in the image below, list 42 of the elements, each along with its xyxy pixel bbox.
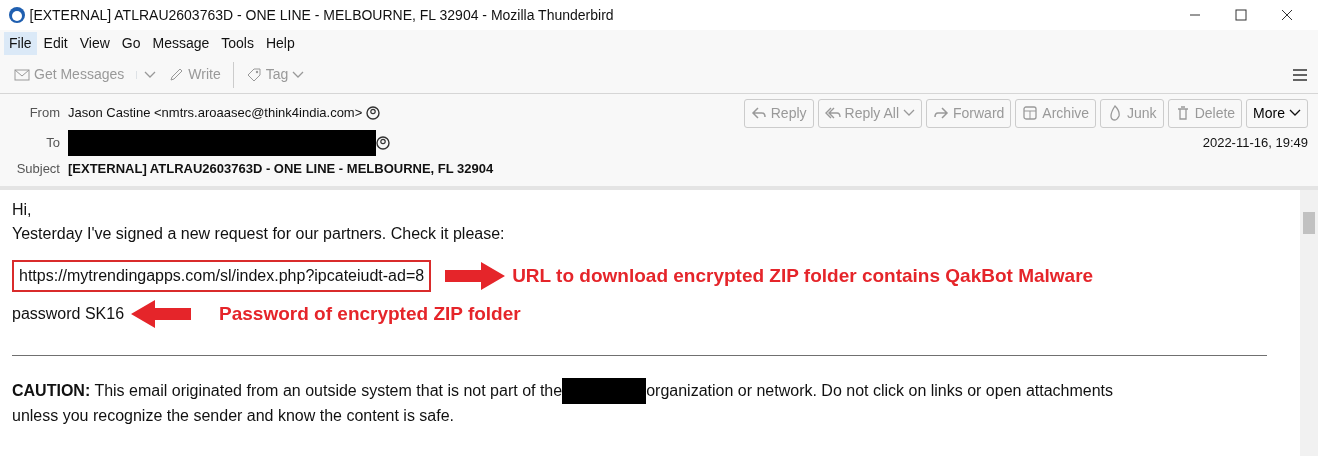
contact-icon[interactable] xyxy=(365,106,380,120)
caution-text: CAUTION: This email originated from an outside system that is not part of the xyxy=(12,381,563,401)
field-label: Subject xyxy=(15,160,60,179)
window-title: [EXTERNAL] ATLRAU2603763D - ONE LINE - MELBOURNE, FL 32904 - Mozilla Thunderbird xyxy=(29,5,614,25)
annotation-text: Password of encrypted ZIP folder xyxy=(219,301,521,326)
arrow-icon xyxy=(131,299,192,329)
field-label: To xyxy=(45,134,60,153)
date: 2022-11-16, 19:49 xyxy=(1202,134,1308,153)
envelope-icon xyxy=(14,66,30,83)
action-button[interactable]: More xyxy=(1246,98,1308,128)
menu-item[interactable]: View xyxy=(74,31,115,55)
link[interactable]: https://mytrendingapps.com/sl/index.php?ipcateiudt-ad=8 xyxy=(12,260,432,292)
menu-item[interactable]: Go xyxy=(116,31,146,55)
subject: [EXTERNAL] ATLRAU2603763D - ONE LINE - MELBOURNE, FL 32904 xyxy=(68,160,494,179)
annotation-text: URL to download encrypted ZIP folder contains QakBot Malware xyxy=(512,263,1094,288)
menu-item[interactable]: Tools xyxy=(216,31,259,55)
menu-icon[interactable] xyxy=(1292,67,1308,82)
caret-icon[interactable] xyxy=(1289,109,1301,117)
reply-all-icon xyxy=(824,105,841,121)
maximize-icon[interactable] xyxy=(1235,9,1247,21)
arrow-icon xyxy=(445,261,506,291)
reply-icon xyxy=(750,105,767,121)
scrollbar[interactable] xyxy=(1300,190,1318,456)
box-icon xyxy=(1022,105,1039,121)
menu-item[interactable]: Edit xyxy=(38,31,73,55)
caution-text: organization or network. Do not click on links or open attachments xyxy=(646,381,1114,401)
body-text: password SK16 xyxy=(12,304,125,324)
app-logo-icon xyxy=(8,6,26,24)
sender: Jason Castine <nmtrs.aroaasec@think4india.com> xyxy=(68,104,363,123)
body-text: Yesterday I've signed a new request for our partners. Check it please: xyxy=(12,224,505,244)
menu-item[interactable]: File xyxy=(4,31,37,55)
contact-icon[interactable] xyxy=(376,136,390,150)
forward-icon xyxy=(933,105,949,121)
field-label: From xyxy=(28,104,60,123)
menu-item[interactable]: Message xyxy=(147,31,215,55)
pencil-icon xyxy=(168,66,185,83)
body-text: Hi, xyxy=(12,200,32,220)
tag-icon xyxy=(245,66,262,83)
caution-text: unless you recognize the sender and know the content is safe. xyxy=(12,407,455,424)
scroll-thumb[interactable] xyxy=(1303,212,1315,234)
menu-item[interactable]: Help xyxy=(260,31,300,55)
close-icon[interactable] xyxy=(1281,9,1293,21)
